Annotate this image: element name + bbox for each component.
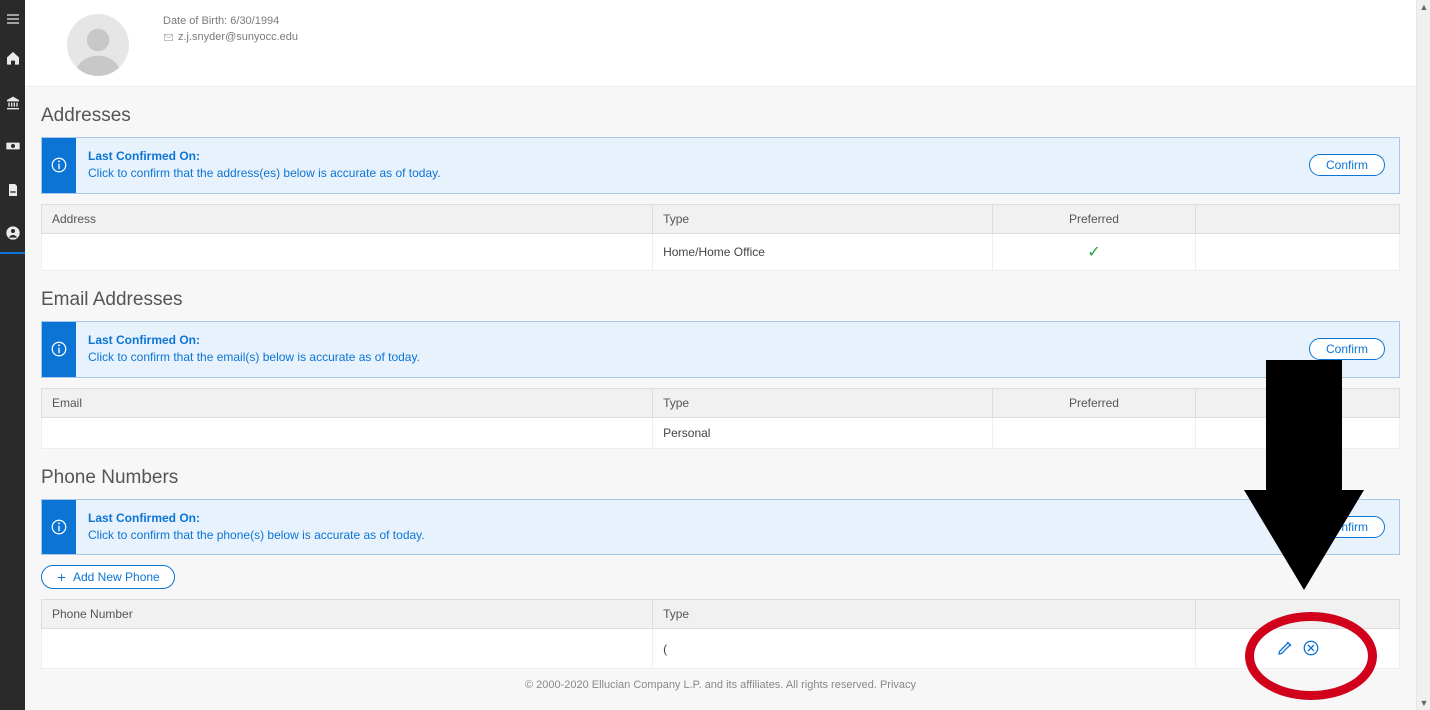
phones-section: Phone Numbers Last Confirmed On: Click t…: [41, 449, 1400, 670]
emails-banner-title: Last Confirmed On:: [88, 332, 1297, 349]
edit-icon[interactable]: [1274, 637, 1296, 659]
bank-icon[interactable]: [0, 82, 25, 122]
phones-col-actions: [1196, 600, 1400, 629]
addresses-banner-text: Click to confirm that the address(es) be…: [88, 166, 441, 180]
addresses-table: Address Type Preferred Home/Home Office …: [41, 204, 1400, 271]
addresses-col-type: Type: [653, 204, 993, 233]
phones-col-number: Phone Number: [42, 600, 653, 629]
emails-banner-text: Click to confirm that the email(s) below…: [88, 350, 420, 364]
phones-banner-text: Click to confirm that the phone(s) below…: [88, 528, 425, 542]
addresses-banner-title: Last Confirmed On:: [88, 148, 1297, 165]
profile-header: Date of Birth: 6/30/1994 z.j.snyder@suny…: [25, 0, 1416, 86]
delete-icon[interactable]: [1300, 637, 1322, 659]
table-row[interactable]: Home/Home Office ✓: [42, 233, 1400, 270]
phones-table: Phone Number Type (: [41, 599, 1400, 669]
avatar: [67, 14, 129, 76]
check-icon: ✓: [1087, 244, 1100, 261]
emails-col-actions: [1196, 388, 1400, 417]
emails-title: Email Addresses: [41, 281, 1400, 321]
addresses-confirm-button[interactable]: Confirm: [1309, 154, 1385, 176]
vertical-scrollbar[interactable]: ▲ ▼: [1416, 0, 1430, 710]
phones-col-type: Type: [653, 600, 1196, 629]
phones-title: Phone Numbers: [41, 459, 1400, 499]
dob-value: 6/30/1994: [230, 15, 279, 27]
emails-col-email: Email: [42, 388, 653, 417]
actions-cell: [1196, 417, 1400, 448]
footer-text: © 2000-2020 Ellucian Company L.P. and it…: [41, 669, 1400, 697]
money-icon[interactable]: [0, 126, 25, 166]
dob-label: Date of Birth:: [163, 15, 227, 27]
emails-table: Email Type Preferred Personal: [41, 388, 1400, 449]
phones-confirm-banner: Last Confirmed On: Click to confirm that…: [41, 499, 1400, 556]
home-icon[interactable]: [0, 38, 25, 78]
actions-cell: [1196, 233, 1400, 270]
emails-col-preferred: Preferred: [992, 388, 1196, 417]
phones-confirm-button[interactable]: Confirm: [1309, 516, 1385, 538]
user-icon[interactable]: [0, 214, 25, 254]
emails-confirm-button[interactable]: Confirm: [1309, 338, 1385, 360]
type-cell: (: [653, 629, 1196, 669]
table-row[interactable]: (: [42, 629, 1400, 669]
plus-icon: [56, 572, 67, 583]
info-icon: [42, 138, 76, 193]
preferred-cell: ✓: [992, 233, 1196, 270]
type-cell: Personal: [653, 417, 993, 448]
left-sidebar: [0, 0, 25, 710]
phones-banner-title: Last Confirmed On:: [88, 510, 1297, 527]
emails-section: Email Addresses Last Confirmed On: Click…: [41, 271, 1400, 449]
email-cell: [42, 417, 653, 448]
preferred-cell: [992, 417, 1196, 448]
emails-confirm-banner: Last Confirmed On: Click to confirm that…: [41, 321, 1400, 378]
document-icon[interactable]: [0, 170, 25, 210]
profile-email: z.j.snyder@sunyocc.edu: [178, 30, 298, 46]
add-phone-label: Add New Phone: [73, 570, 160, 584]
addresses-confirm-banner: Last Confirmed On: Click to confirm that…: [41, 137, 1400, 194]
addresses-title: Addresses: [41, 97, 1400, 137]
envelope-icon: [163, 32, 174, 43]
type-cell: Home/Home Office: [653, 233, 993, 270]
addresses-col-preferred: Preferred: [992, 204, 1196, 233]
phone-cell: [42, 629, 653, 669]
info-icon: [42, 322, 76, 377]
address-cell: [42, 233, 653, 270]
info-icon: [42, 500, 76, 555]
menu-icon[interactable]: [0, 4, 25, 34]
addresses-col-actions: [1196, 204, 1400, 233]
add-new-phone-button[interactable]: Add New Phone: [41, 565, 175, 589]
table-row[interactable]: Personal: [42, 417, 1400, 448]
actions-cell: [1196, 629, 1400, 669]
addresses-section: Addresses Last Confirmed On: Click to co…: [41, 87, 1400, 271]
emails-col-type: Type: [653, 388, 993, 417]
addresses-col-address: Address: [42, 204, 653, 233]
